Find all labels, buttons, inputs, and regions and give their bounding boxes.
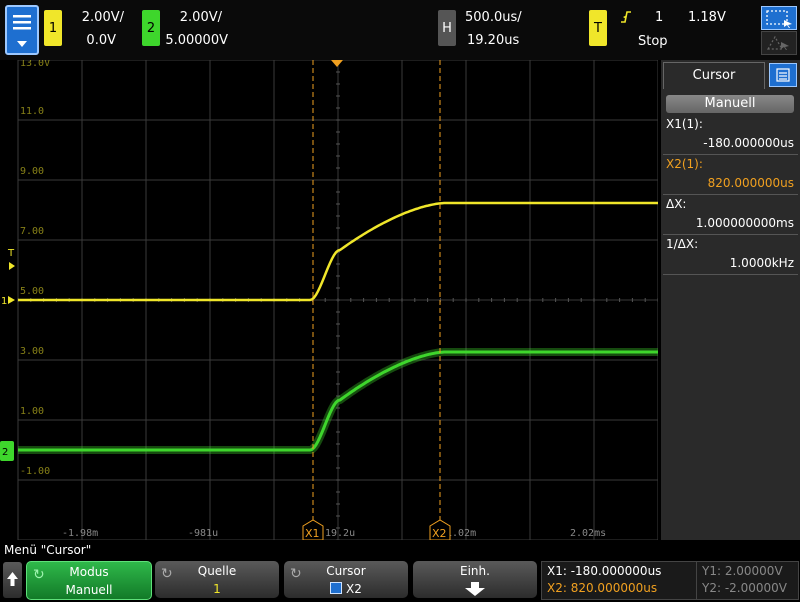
softkey-quelle-value: 1 xyxy=(213,582,221,596)
ch1-scale: 2.00V/ xyxy=(81,10,124,25)
divider xyxy=(663,194,798,195)
divider xyxy=(663,154,798,155)
x-axis-label: 19.2u xyxy=(325,528,355,539)
y-axis-label: 9.00 xyxy=(20,166,44,177)
softkey-modus-label: Modus xyxy=(69,565,109,579)
y-axis-label: 11.0 xyxy=(20,106,44,117)
horizontal-scale: 500.0us/ xyxy=(465,10,522,25)
divider xyxy=(663,234,798,235)
x2-label: X2(1): xyxy=(666,157,703,171)
rising-edge-icon xyxy=(620,9,632,28)
x-axis-label: 1.02m xyxy=(446,528,476,539)
ch1-ground-label: 1 xyxy=(1,296,7,307)
ch1-offset: 0.0V xyxy=(86,33,116,48)
delta-x-label: ΔX: xyxy=(666,197,687,211)
up-arrow-icon xyxy=(7,572,18,586)
horizontal-delay: 19.20us xyxy=(467,33,520,48)
softkey-cursor-value: X2 xyxy=(345,582,362,596)
ch2-indicator[interactable]: 2 xyxy=(142,10,160,46)
y-axis-label: 3.00 xyxy=(20,346,44,357)
ch1-indicator[interactable]: 1 xyxy=(44,10,62,46)
cursor-x2-label: X2 xyxy=(432,527,447,540)
x2-value: 820.000000us xyxy=(707,176,794,190)
cursor-side-panel: Cursor Manuell X1(1): -180.000000us X2(1… xyxy=(661,60,800,540)
softkey-einheiten[interactable]: Einh. xyxy=(413,561,537,598)
cursor-mode-button[interactable]: Manuell xyxy=(666,95,794,113)
readout-x1: X1: -180.000000us xyxy=(547,564,662,578)
menu-icon xyxy=(13,15,31,47)
softkey-einheiten-arrow xyxy=(413,582,537,599)
select-arrow-icon xyxy=(766,35,789,50)
trigger-label: T xyxy=(594,20,602,36)
trigger-level: 1.18V xyxy=(688,10,726,25)
ch1-ground-marker xyxy=(8,296,15,304)
y-axis-label: 13.0V xyxy=(20,60,50,69)
softkey-quelle[interactable]: ↻ Quelle 1 xyxy=(155,561,279,598)
x-axis-label: -981u xyxy=(188,528,218,539)
x-axis-label: -1.98m xyxy=(62,528,98,539)
inverse-delta-x-label: 1/ΔX: xyxy=(666,237,699,251)
waveform-graticule: 13.0V 11.0 9.00 7.00 5.00 3.00 1.00 -1.00 -1.98m… xyxy=(0,58,659,541)
acquisition-state: Stop xyxy=(638,34,668,49)
ch1-number: 1 xyxy=(48,20,58,36)
trigger-level-marker xyxy=(9,262,15,270)
divider xyxy=(663,274,798,275)
softkey-modus[interactable]: ↻ Modus Manuell xyxy=(26,561,152,600)
waveform-display[interactable]: 13.0V 11.0 9.00 7.00 5.00 3.00 1.00 -1.00 -1.98m… xyxy=(0,58,659,541)
softkey-cursor-label: Cursor xyxy=(326,564,366,578)
menu-title: Menü "Cursor" xyxy=(0,541,800,560)
softkey-cursor-value-row: X2 xyxy=(284,582,408,596)
divider xyxy=(696,562,697,599)
softkey-einheiten-label: Einh. xyxy=(460,564,490,578)
zoom-box-icon xyxy=(766,10,792,28)
ch2-scale: 2.00V/ xyxy=(179,10,222,25)
cursor-x1-label: X1 xyxy=(305,527,320,540)
ch2-offset: 5.00000V xyxy=(165,33,228,48)
x1-value: -180.000000us xyxy=(703,136,794,150)
ch2-number: 2 xyxy=(146,20,156,36)
x1-label: X1(1): xyxy=(666,117,703,131)
checkbox-icon xyxy=(330,582,343,594)
trigger-position-marker xyxy=(331,60,343,67)
softkey-cursor[interactable]: ↻ Cursor X2 xyxy=(284,561,408,598)
softkey-bar: ↻ Modus Manuell ↻ Quelle 1 ↻ Cursor X2 E… xyxy=(0,560,800,600)
zoom-select-button[interactable] xyxy=(761,6,797,30)
readout-y1: Y1: 2.00000V xyxy=(702,564,783,578)
x-axis-label: 2.02ms xyxy=(570,528,606,539)
readout-x2: X2: 820.000000us xyxy=(547,581,658,595)
main-menu-button[interactable] xyxy=(5,5,39,55)
trigger-source: 1 xyxy=(655,10,664,25)
y-axis-label: 1.00 xyxy=(20,406,44,417)
cursor-readout: X1: -180.000000us X2: 820.000000us Y1: 2… xyxy=(541,561,799,600)
delta-x-value: 1.000000000ms xyxy=(695,216,794,230)
trigger-indicator[interactable]: T xyxy=(589,10,607,46)
top-status-bar: 1 2.00V/ 0.0V 2 2.00V/ 5.00000V H 500.0u… xyxy=(0,0,800,60)
ch2-ground-label: 2 xyxy=(2,447,8,458)
y-axis-label: -1.00 xyxy=(20,466,50,477)
list-icon xyxy=(776,68,790,82)
inverse-delta-x-value: 1.0000kHz xyxy=(729,256,794,270)
side-panel-menu-button[interactable] xyxy=(769,63,797,87)
horizontal-indicator[interactable]: H xyxy=(438,10,456,46)
down-arrow-icon xyxy=(465,582,485,596)
y-axis-label: 5.00 xyxy=(20,286,44,297)
cursor-mode-label: Manuell xyxy=(704,96,756,111)
trigger-level-label: T xyxy=(7,248,15,259)
side-title: Cursor xyxy=(692,68,736,83)
softkey-quelle-label: Quelle xyxy=(197,564,237,578)
back-button[interactable] xyxy=(3,562,22,598)
touch-select-button[interactable] xyxy=(761,31,797,55)
softkey-modus-value: Manuell xyxy=(65,583,113,597)
side-tab-cursor[interactable]: Cursor xyxy=(663,62,765,89)
horizontal-label: H xyxy=(442,20,452,36)
y-axis-label: 7.00 xyxy=(20,226,44,237)
readout-y2: Y2: -2.00000V xyxy=(702,581,787,595)
